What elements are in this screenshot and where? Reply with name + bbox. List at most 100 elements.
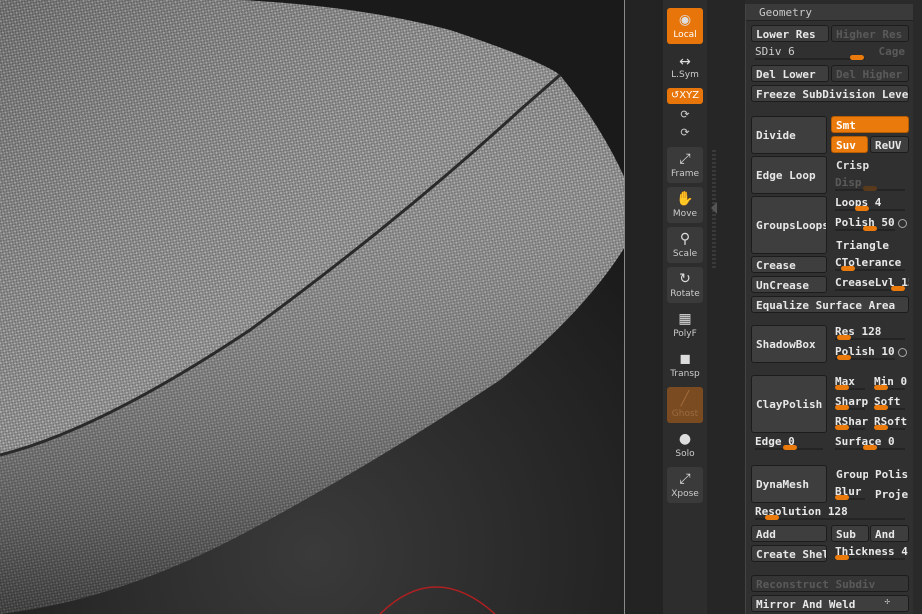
and-button[interactable]: And	[870, 525, 909, 542]
reuv-button[interactable]: ReUV	[870, 136, 909, 153]
groupsloops-button[interactable]: GroupsLoops	[751, 196, 827, 254]
slider-knob	[835, 495, 849, 500]
resolution-slider[interactable]: Resolution 128	[751, 505, 909, 522]
3d-viewport[interactable]	[0, 0, 625, 614]
geometry-header[interactable]: Geometry	[746, 4, 913, 21]
group-toggle[interactable]: Group	[831, 465, 869, 482]
edge-slider[interactable]: Edge 0	[751, 435, 827, 452]
equalize-surface-area-button[interactable]: Equalize Surface Area	[751, 296, 909, 313]
xpose-icon: ⤢	[679, 471, 691, 487]
right-shelf: ◉ Local ↔ L.Sym ↺XYZ ⟳ ⟳ ⤢ Frame ✋ Move ⚲ Sca…	[663, 0, 707, 614]
project-toggle[interactable]: Projec	[870, 485, 909, 502]
del-lower-button[interactable]: Del Lower	[751, 65, 829, 82]
crisp-toggle[interactable]: Crisp	[831, 156, 909, 173]
scale-icon: ⚲	[679, 231, 691, 247]
surface-slider[interactable]: Surface 0	[831, 435, 909, 452]
scale-button[interactable]: ⚲ Scale	[667, 227, 703, 263]
slider-knob	[835, 405, 849, 410]
xpose-button[interactable]: ⤢ Xpose	[667, 467, 703, 503]
polyframe-icon: ▦	[678, 311, 692, 327]
collapse-arrow-icon[interactable]	[711, 202, 717, 214]
axis-toggle-icon[interactable]: ✢	[885, 596, 890, 611]
rsoft-slider[interactable]: RSoft	[870, 415, 909, 432]
solo-icon: ●	[678, 431, 692, 447]
loops-slider[interactable]: Loops 4	[831, 196, 909, 213]
rotate-z-icon[interactable]: ⟳	[667, 126, 703, 140]
sub-button[interactable]: Sub	[831, 525, 869, 542]
freeze-subdivision-button[interactable]: Freeze SubDivision Levels	[751, 85, 909, 102]
ghost-button[interactable]: ╱ Ghost	[667, 387, 703, 423]
sharp-slider[interactable]: Sharp	[831, 395, 869, 412]
ghost-icon: ╱	[680, 391, 690, 407]
frame-button[interactable]: ⤢ Frame	[667, 147, 703, 183]
mirror-and-weld-button[interactable]: Mirror And Weld ✢	[751, 595, 909, 612]
slider-knob	[837, 355, 851, 360]
lsym-icon: ↔	[679, 54, 691, 70]
xyz-button[interactable]: ↺XYZ	[667, 88, 703, 104]
sdiv-slider[interactable]: SDiv 6	[751, 45, 869, 62]
lower-res-button[interactable]: Lower Res	[751, 25, 829, 42]
add-button[interactable]: Add	[751, 525, 827, 542]
slider-knob	[850, 55, 864, 60]
lsym-button[interactable]: ↔ L.Sym	[667, 52, 703, 82]
slider-knob	[863, 445, 877, 450]
cage-button[interactable]: Cage	[869, 45, 909, 62]
shadowbox-res-slider[interactable]: Res 128	[831, 325, 909, 342]
dynamesh-button[interactable]: DynaMesh	[751, 465, 827, 503]
slider-knob	[863, 226, 877, 231]
slider-knob	[837, 335, 851, 340]
disp-slider[interactable]: Disp	[831, 176, 909, 193]
gutter	[625, 0, 663, 614]
claypolish-button[interactable]: ClayPolish	[751, 375, 827, 433]
crease-button[interactable]: Crease	[751, 256, 827, 273]
shadowbox-button[interactable]: ShadowBox	[751, 325, 827, 363]
slider-knob	[874, 425, 888, 430]
polyf-button[interactable]: ▦ PolyF	[667, 307, 703, 343]
crease-level-slider[interactable]: CreaseLvl 15	[831, 276, 909, 293]
local-icon: ◉	[678, 12, 692, 28]
reconstruct-subdiv-button[interactable]: Reconstruct Subdiv	[751, 575, 909, 592]
thickness-slider[interactable]: Thickness 4	[831, 545, 909, 562]
slider-knob	[891, 286, 905, 291]
slider-knob	[863, 186, 877, 191]
polish-mode-radio-icon[interactable]	[898, 219, 907, 228]
soft-slider[interactable]: Soft	[870, 395, 909, 412]
max-slider[interactable]: Max	[831, 375, 869, 392]
slider-knob	[874, 405, 888, 410]
transparency-icon: ◼	[679, 351, 691, 367]
slider-knob	[874, 385, 888, 390]
dynamesh-polish-toggle[interactable]: Polish	[870, 465, 909, 482]
slider-knob	[841, 266, 855, 271]
triangle-toggle[interactable]: Triangle	[831, 236, 909, 253]
del-higher-button[interactable]: Del Higher	[831, 65, 909, 82]
transp-button[interactable]: ◼ Transp	[667, 347, 703, 383]
tray-divider[interactable]	[707, 0, 745, 614]
min-slider[interactable]: Min 0	[870, 375, 909, 392]
slider-knob	[835, 425, 849, 430]
geometry-panel: Geometry Lower Res Higher Res SDiv 6 Cag…	[745, 4, 913, 614]
blur-slider[interactable]: Blur	[831, 485, 869, 502]
rotate-icon: ↻	[679, 271, 691, 287]
slider-knob	[835, 555, 849, 560]
divide-button[interactable]: Divide	[751, 116, 827, 154]
edge-loop-button[interactable]: Edge Loop	[751, 156, 827, 194]
shadowbox-polish-slider[interactable]: Polish 10	[831, 345, 909, 362]
shadowbox-polish-radio-icon[interactable]	[898, 348, 907, 357]
move-button[interactable]: ✋ Move	[667, 187, 703, 223]
ctolerance-slider[interactable]: CTolerance	[831, 256, 909, 273]
suv-toggle[interactable]: Suv	[831, 136, 868, 153]
slider-knob	[783, 445, 797, 450]
solo-button[interactable]: ● Solo	[667, 427, 703, 463]
create-shell-button[interactable]: Create Shell	[751, 545, 827, 562]
local-button[interactable]: ◉ Local	[667, 8, 703, 44]
move-icon: ✋	[676, 191, 694, 207]
uncrease-button[interactable]: UnCrease	[751, 276, 827, 293]
slider-knob	[855, 206, 869, 211]
higher-res-button[interactable]: Higher Res	[831, 25, 909, 42]
frame-icon: ⤢	[679, 151, 691, 167]
rsharp-slider[interactable]: RShar	[831, 415, 869, 432]
polish-slider[interactable]: Polish 50	[831, 216, 909, 233]
smt-toggle[interactable]: Smt	[831, 116, 909, 133]
rotate-button[interactable]: ↻ Rotate	[667, 267, 703, 303]
rotate-y-icon[interactable]: ⟳	[667, 108, 703, 122]
